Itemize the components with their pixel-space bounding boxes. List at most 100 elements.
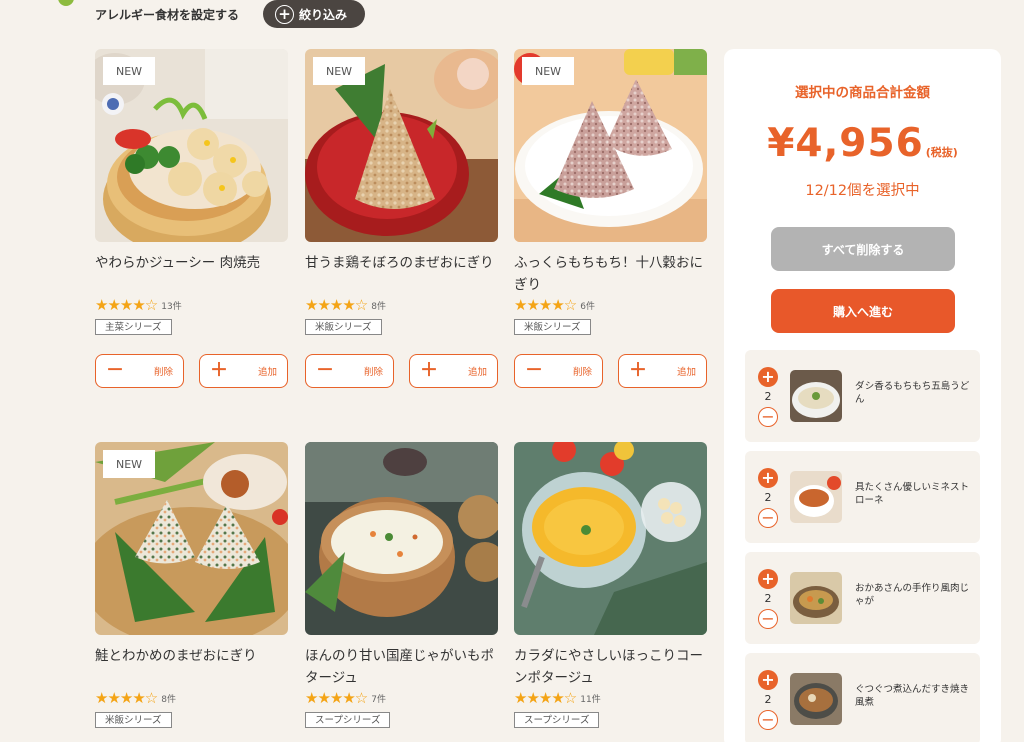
tax-note: (税抜) — [925, 146, 958, 159]
decrease-button[interactable]: − — [758, 609, 778, 629]
product-card[interactable]: NEW ふっくらもちもち！十八穀おにぎり ★★★★☆ 6件 米飯シリーズ － 削… — [514, 49, 707, 388]
series-tag: 米飯シリーズ — [514, 319, 591, 335]
review-count: 8件 — [161, 694, 176, 705]
product-card[interactable]: NEW 甘うま鶏そぼろのまぜおにぎり ★★★★☆ 8件 米飯シリーズ － 削除 … — [305, 49, 498, 388]
new-badge: NEW — [103, 450, 155, 478]
product-rating: ★★★★☆ 6件 — [514, 296, 707, 314]
remove-button[interactable]: － 削除 — [514, 354, 603, 388]
product-image[interactable]: NEW — [95, 49, 288, 242]
quantity-controls: － 削除 ＋ 追加 — [514, 354, 707, 388]
logo-leaf-icon — [58, 0, 74, 6]
add-button[interactable]: ＋ 追加 — [618, 354, 707, 388]
increase-button[interactable]: + — [758, 367, 778, 387]
rating-stars: ★★★★☆ — [305, 296, 368, 314]
product-image[interactable]: NEW — [514, 49, 707, 242]
rating-stars: ★★★★☆ — [305, 689, 368, 707]
product-name[interactable]: やわらかジューシー 肉焼売 — [95, 252, 288, 296]
plus-circle-icon: + — [275, 4, 294, 24]
new-badge: NEW — [313, 57, 365, 85]
product-name[interactable]: 甘うま鶏そぼろのまぜおにぎり — [305, 252, 498, 296]
rating-stars: ★★★★☆ — [95, 296, 158, 314]
minus-icon: － — [316, 360, 334, 381]
cart-item-image — [790, 370, 842, 422]
product-image[interactable]: NEW — [305, 49, 498, 242]
cart-item-image — [790, 471, 842, 523]
product-card[interactable]: カラダにやさしいほっこりコーンポタージュ ★★★★☆ 11件 スープシリーズ — [514, 442, 707, 728]
product-image[interactable] — [514, 442, 707, 635]
review-count: 6件 — [580, 301, 595, 312]
review-count: 7件 — [371, 694, 386, 705]
rating-stars: ★★★★☆ — [514, 296, 577, 314]
total-amount: ¥4,956 — [767, 121, 924, 166]
series-tag: 米飯シリーズ — [95, 712, 172, 728]
product-rating: ★★★★☆ 11件 — [514, 689, 707, 707]
new-badge: NEW — [103, 57, 155, 85]
quantity-controls: － 削除 ＋ 追加 — [305, 354, 498, 388]
series-tag: スープシリーズ — [305, 712, 391, 728]
decrease-button[interactable]: − — [758, 508, 778, 528]
add-button[interactable]: ＋ 追加 — [409, 354, 498, 388]
add-label: 追加 — [467, 367, 487, 378]
product-card[interactable]: ほんのり甘い国産じゃがいもポタージュ ★★★★☆ 7件 スープシリーズ — [305, 442, 498, 728]
product-name[interactable]: ふっくらもちもち！十八穀おにぎり — [514, 252, 707, 296]
product-card[interactable]: NEW やわらかジューシー 肉焼売 ★★★★☆ 13件 主菜シリーズ － 削除 … — [95, 49, 288, 388]
cart-item: + 2 − 具たくさん優しいミネストローネ — [745, 451, 980, 543]
plus-icon: ＋ — [629, 360, 647, 381]
top-bar: アレルギー食材を設定する + 絞り込み — [0, 0, 1024, 34]
product-card[interactable]: NEW 鮭とわかめのまぜおにぎり ★★★★☆ 8件 米飯シリーズ — [95, 442, 288, 728]
add-label: 追加 — [676, 367, 696, 378]
remove-button[interactable]: － 削除 — [95, 354, 184, 388]
review-count: 8件 — [371, 301, 386, 312]
review-count: 11件 — [580, 694, 601, 705]
cart-quantity: 2 — [764, 693, 772, 706]
allergy-settings-link[interactable]: アレルギー食材を設定する — [95, 6, 239, 23]
product-rating: ★★★★☆ 8件 — [95, 689, 288, 707]
cart-item-image — [790, 673, 842, 725]
minus-icon: － — [106, 360, 124, 381]
remove-label: 削除 — [572, 367, 592, 378]
cart-item: + 2 − ぐつぐつ煮込んだすき焼き風煮 — [745, 653, 980, 742]
cart-item-name: 具たくさん優しいミネストローネ — [855, 482, 970, 506]
cart-item: + 2 − ダシ香るもちもち五島うどん — [745, 350, 980, 442]
cart-quantity: 2 — [764, 592, 772, 605]
product-image[interactable] — [305, 442, 498, 635]
remove-button[interactable]: － 削除 — [305, 354, 394, 388]
increase-button[interactable]: + — [758, 569, 778, 589]
selected-count: 12/12個を選択中 — [805, 183, 920, 199]
add-button[interactable]: ＋ 追加 — [199, 354, 288, 388]
product-name[interactable]: 鮭とわかめのまぜおにぎり — [95, 645, 288, 689]
review-count: 13件 — [161, 301, 182, 312]
cart-item: + 2 − おかあさんの手作り風肉じゃが — [745, 552, 980, 644]
decrease-button[interactable]: − — [758, 710, 778, 730]
new-badge: NEW — [522, 57, 574, 85]
minus-icon: － — [525, 360, 543, 381]
increase-button[interactable]: + — [758, 670, 778, 690]
cart-summary-panel: 選択中の商品合計金額 ¥4,956 (税抜) 12/12個を選択中 すべて削除する… — [724, 49, 1001, 742]
rating-stars: ★★★★☆ — [95, 689, 158, 707]
filter-button[interactable]: + 絞り込み — [263, 0, 365, 28]
remove-label: 削除 — [153, 367, 173, 378]
series-tag: スープシリーズ — [514, 712, 600, 728]
plus-icon: ＋ — [210, 360, 228, 381]
product-rating: ★★★★☆ 13件 — [95, 296, 288, 314]
cart-item-name: ダシ香るもちもち五島うどん — [855, 381, 970, 405]
cart-item-image — [790, 572, 842, 624]
series-tag: 米飯シリーズ — [305, 319, 382, 335]
cart-quantity: 2 — [764, 390, 772, 403]
clear-all-button[interactable]: すべて削除する — [771, 227, 955, 271]
product-name[interactable]: カラダにやさしいほっこりコーンポタージュ — [514, 645, 707, 689]
rating-stars: ★★★★☆ — [514, 689, 577, 707]
decrease-button[interactable]: − — [758, 407, 778, 427]
cart-quantity: 2 — [764, 491, 772, 504]
total-title: 選択中の商品合計金額 — [795, 85, 930, 101]
increase-button[interactable]: + — [758, 468, 778, 488]
add-label: 追加 — [257, 367, 277, 378]
product-image[interactable]: NEW — [95, 442, 288, 635]
cart-item-name: ぐつぐつ煮込んだすき焼き風煮 — [855, 684, 970, 708]
plus-icon: ＋ — [420, 360, 438, 381]
filter-button-label: 絞り込み — [299, 7, 348, 22]
proceed-to-purchase-button[interactable]: 購入へ進む — [771, 289, 955, 333]
remove-label: 削除 — [363, 367, 383, 378]
product-name[interactable]: ほんのり甘い国産じゃがいもポタージュ — [305, 645, 498, 689]
product-rating: ★★★★☆ 8件 — [305, 296, 498, 314]
